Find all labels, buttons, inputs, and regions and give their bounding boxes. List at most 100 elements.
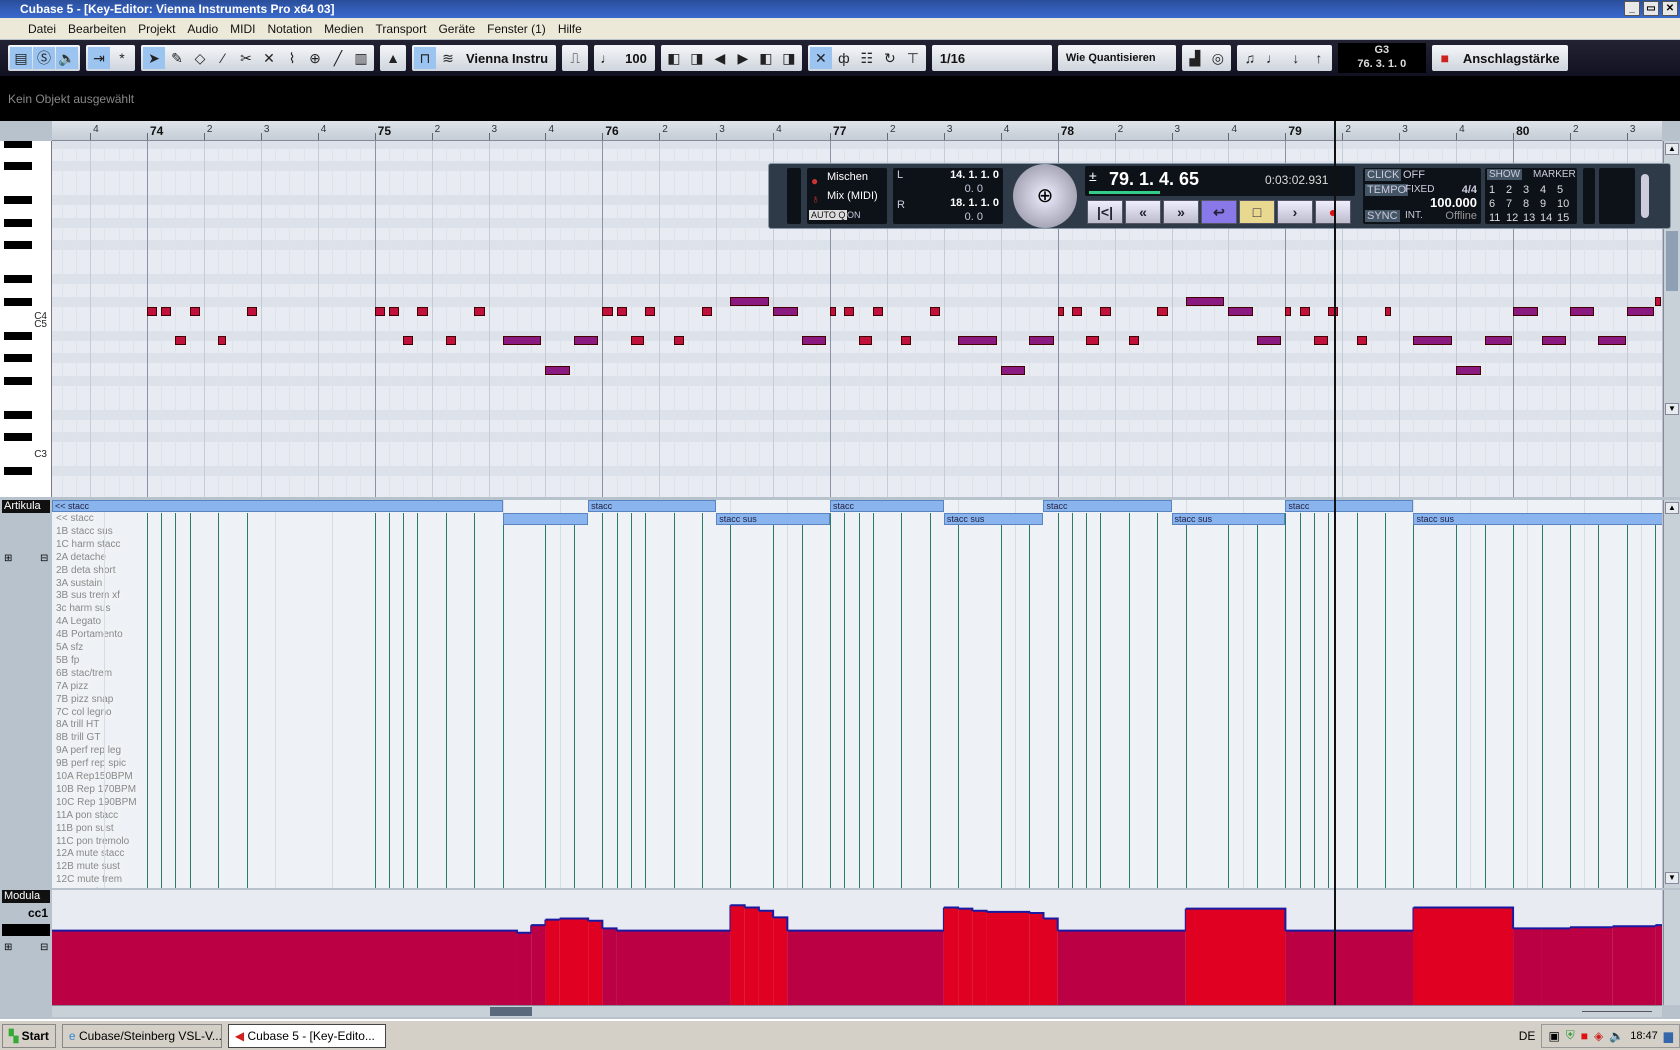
marker-button[interactable]: 8 — [1523, 198, 1540, 210]
marker-button[interactable]: 11 — [1489, 212, 1506, 224]
articulation-item[interactable]: 11A pon stacc — [54, 809, 121, 822]
cc-value-bar[interactable] — [986, 911, 1030, 1005]
click-button[interactable]: CLICK — [1365, 169, 1402, 181]
next-icon[interactable]: ▶ — [732, 47, 754, 69]
articulation-item[interactable]: 2B deta short — [54, 564, 118, 577]
show-markers-button[interactable]: SHOW — [1487, 169, 1523, 180]
marker-button[interactable]: 2 — [1506, 184, 1523, 196]
menu-medien[interactable]: Medien — [318, 22, 369, 36]
midi-note[interactable] — [1655, 296, 1662, 306]
articulation-item[interactable]: 3A sustain — [54, 577, 105, 590]
marker-button[interactable]: 12 — [1506, 212, 1523, 224]
cc-value-bar[interactable] — [559, 918, 589, 1006]
zoom-tool-icon[interactable]: ⊕ — [304, 47, 326, 69]
articulation-item[interactable]: 11C pon tremolo — [54, 835, 132, 848]
midi-mix-label[interactable]: Mix (MIDI) — [827, 190, 878, 202]
midi-note[interactable] — [1484, 336, 1512, 346]
midi-note[interactable] — [830, 306, 837, 316]
midi-note[interactable] — [1598, 336, 1626, 346]
black-key[interactable] — [4, 331, 32, 340]
volume-slider[interactable] — [1641, 174, 1649, 218]
articulation-item[interactable]: 5A sfz — [54, 642, 86, 654]
midi-note[interactable] — [161, 306, 172, 316]
cc-value-bar[interactable] — [972, 910, 987, 1005]
scroll-up-icon[interactable]: ▲ — [1665, 502, 1679, 514]
cycle-button[interactable]: ↩ — [1201, 200, 1237, 224]
star-icon[interactable]: * — [111, 47, 133, 69]
marker-button[interactable]: 9 — [1540, 198, 1557, 210]
midi-note[interactable] — [545, 365, 570, 375]
tray-network-icon[interactable]: ▣ — [1548, 1029, 1559, 1043]
midi-note[interactable] — [1299, 306, 1310, 316]
midi-note[interactable] — [403, 336, 414, 346]
articulation-block[interactable]: stacc sus — [943, 513, 1044, 525]
cc-value-bar[interactable] — [1612, 926, 1656, 1005]
inspector-icon[interactable]: ▤ — [10, 47, 32, 69]
maximize-button[interactable]: ▭ — [1643, 1, 1659, 16]
marker-button[interactable]: 4 — [1540, 184, 1557, 196]
cc-value-bar[interactable] — [545, 919, 560, 1005]
midi-note[interactable] — [573, 336, 599, 346]
midi-note[interactable] — [858, 336, 872, 346]
articulation-item[interactable]: 1C harm stacc — [54, 538, 123, 551]
marker-button[interactable]: 15 — [1557, 212, 1574, 224]
midi-note[interactable] — [147, 306, 158, 316]
pitch-down-icon[interactable]: ↓ — [1285, 47, 1307, 69]
midi-note[interactable] — [1128, 336, 1140, 346]
cc-value-bar[interactable] — [787, 930, 944, 1005]
autoscroll-icon[interactable]: ⇥ — [88, 47, 110, 69]
marker-button[interactable]: 13 — [1523, 212, 1540, 224]
play-button[interactable]: › — [1277, 200, 1313, 224]
controller-select[interactable]: Anschlagstärke — [1457, 47, 1566, 69]
cc-value-bar[interactable] — [531, 925, 546, 1005]
articulation-lane-select[interactable]: Artikula — [2, 500, 50, 513]
midi-note[interactable] — [901, 336, 912, 346]
articulation-item[interactable]: 12A mute stacc — [54, 848, 127, 861]
cc-value-bar[interactable] — [1185, 908, 1286, 1005]
menu-geraete[interactable]: Geräte — [432, 22, 481, 36]
punch-in-value[interactable]: 0. 0 — [965, 183, 983, 195]
rewind-button[interactable]: « — [1125, 200, 1161, 224]
scissors-tool-icon[interactable]: ✂ — [235, 47, 257, 69]
midi-note[interactable] — [1570, 306, 1595, 316]
midi-note[interactable] — [189, 306, 200, 316]
controller-scrollbar[interactable] — [1663, 890, 1680, 1005]
horizontal-scrollbar[interactable] — [52, 1005, 1662, 1017]
left-locator-icon[interactable]: L — [897, 169, 903, 181]
playhead[interactable] — [1334, 121, 1336, 1005]
midi-note[interactable] — [1413, 336, 1453, 346]
eraser-tool-icon[interactable]: ◇ — [189, 47, 211, 69]
midi-note[interactable] — [1029, 336, 1054, 346]
articulation-scrollbar[interactable]: ▲ ▼ — [1663, 500, 1680, 888]
scroll-up-icon[interactable]: ▲ — [1665, 143, 1679, 155]
articulation-item[interactable]: 10C Rep 190BPM — [54, 796, 139, 809]
cc-value-bar[interactable] — [958, 908, 973, 1005]
midi-note[interactable] — [673, 336, 684, 346]
articulation-block[interactable]: << stacc — [52, 500, 503, 512]
black-key[interactable] — [4, 141, 32, 148]
scroll-down-icon[interactable]: ▼ — [1665, 403, 1679, 415]
cc-value-bar[interactable] — [616, 930, 731, 1005]
tray-ati-icon[interactable]: ■ — [1581, 1029, 1588, 1043]
menu-transport[interactable]: Transport — [370, 22, 433, 36]
midi-note[interactable] — [602, 306, 613, 316]
tempo-button[interactable]: TEMPO — [1365, 184, 1409, 196]
midi-note[interactable] — [175, 336, 186, 346]
midi-note[interactable] — [1513, 306, 1538, 316]
cc-value-bar[interactable] — [588, 920, 603, 1005]
black-key[interactable] — [4, 162, 32, 171]
midi-note[interactable] — [1086, 336, 1100, 346]
articulation-block[interactable]: stacc — [830, 500, 944, 512]
articulation-block[interactable]: stacc — [1285, 500, 1414, 512]
articulation-item[interactable]: 4B Portamento — [54, 629, 125, 642]
articulation-item[interactable]: 8A trill HT — [54, 719, 102, 732]
menu-notation[interactable]: Notation — [261, 22, 318, 36]
record-button[interactable]: ● — [1315, 200, 1351, 224]
zoom-slider[interactable] — [1582, 1011, 1652, 1012]
track-select[interactable]: Vienna Instru — [460, 47, 554, 69]
midi-note[interactable] — [872, 306, 883, 316]
black-key[interactable] — [4, 467, 32, 476]
black-key[interactable] — [4, 275, 32, 284]
edit-active-part-icon[interactable]: ⊓ — [414, 47, 436, 69]
midi-note[interactable] — [502, 336, 542, 346]
